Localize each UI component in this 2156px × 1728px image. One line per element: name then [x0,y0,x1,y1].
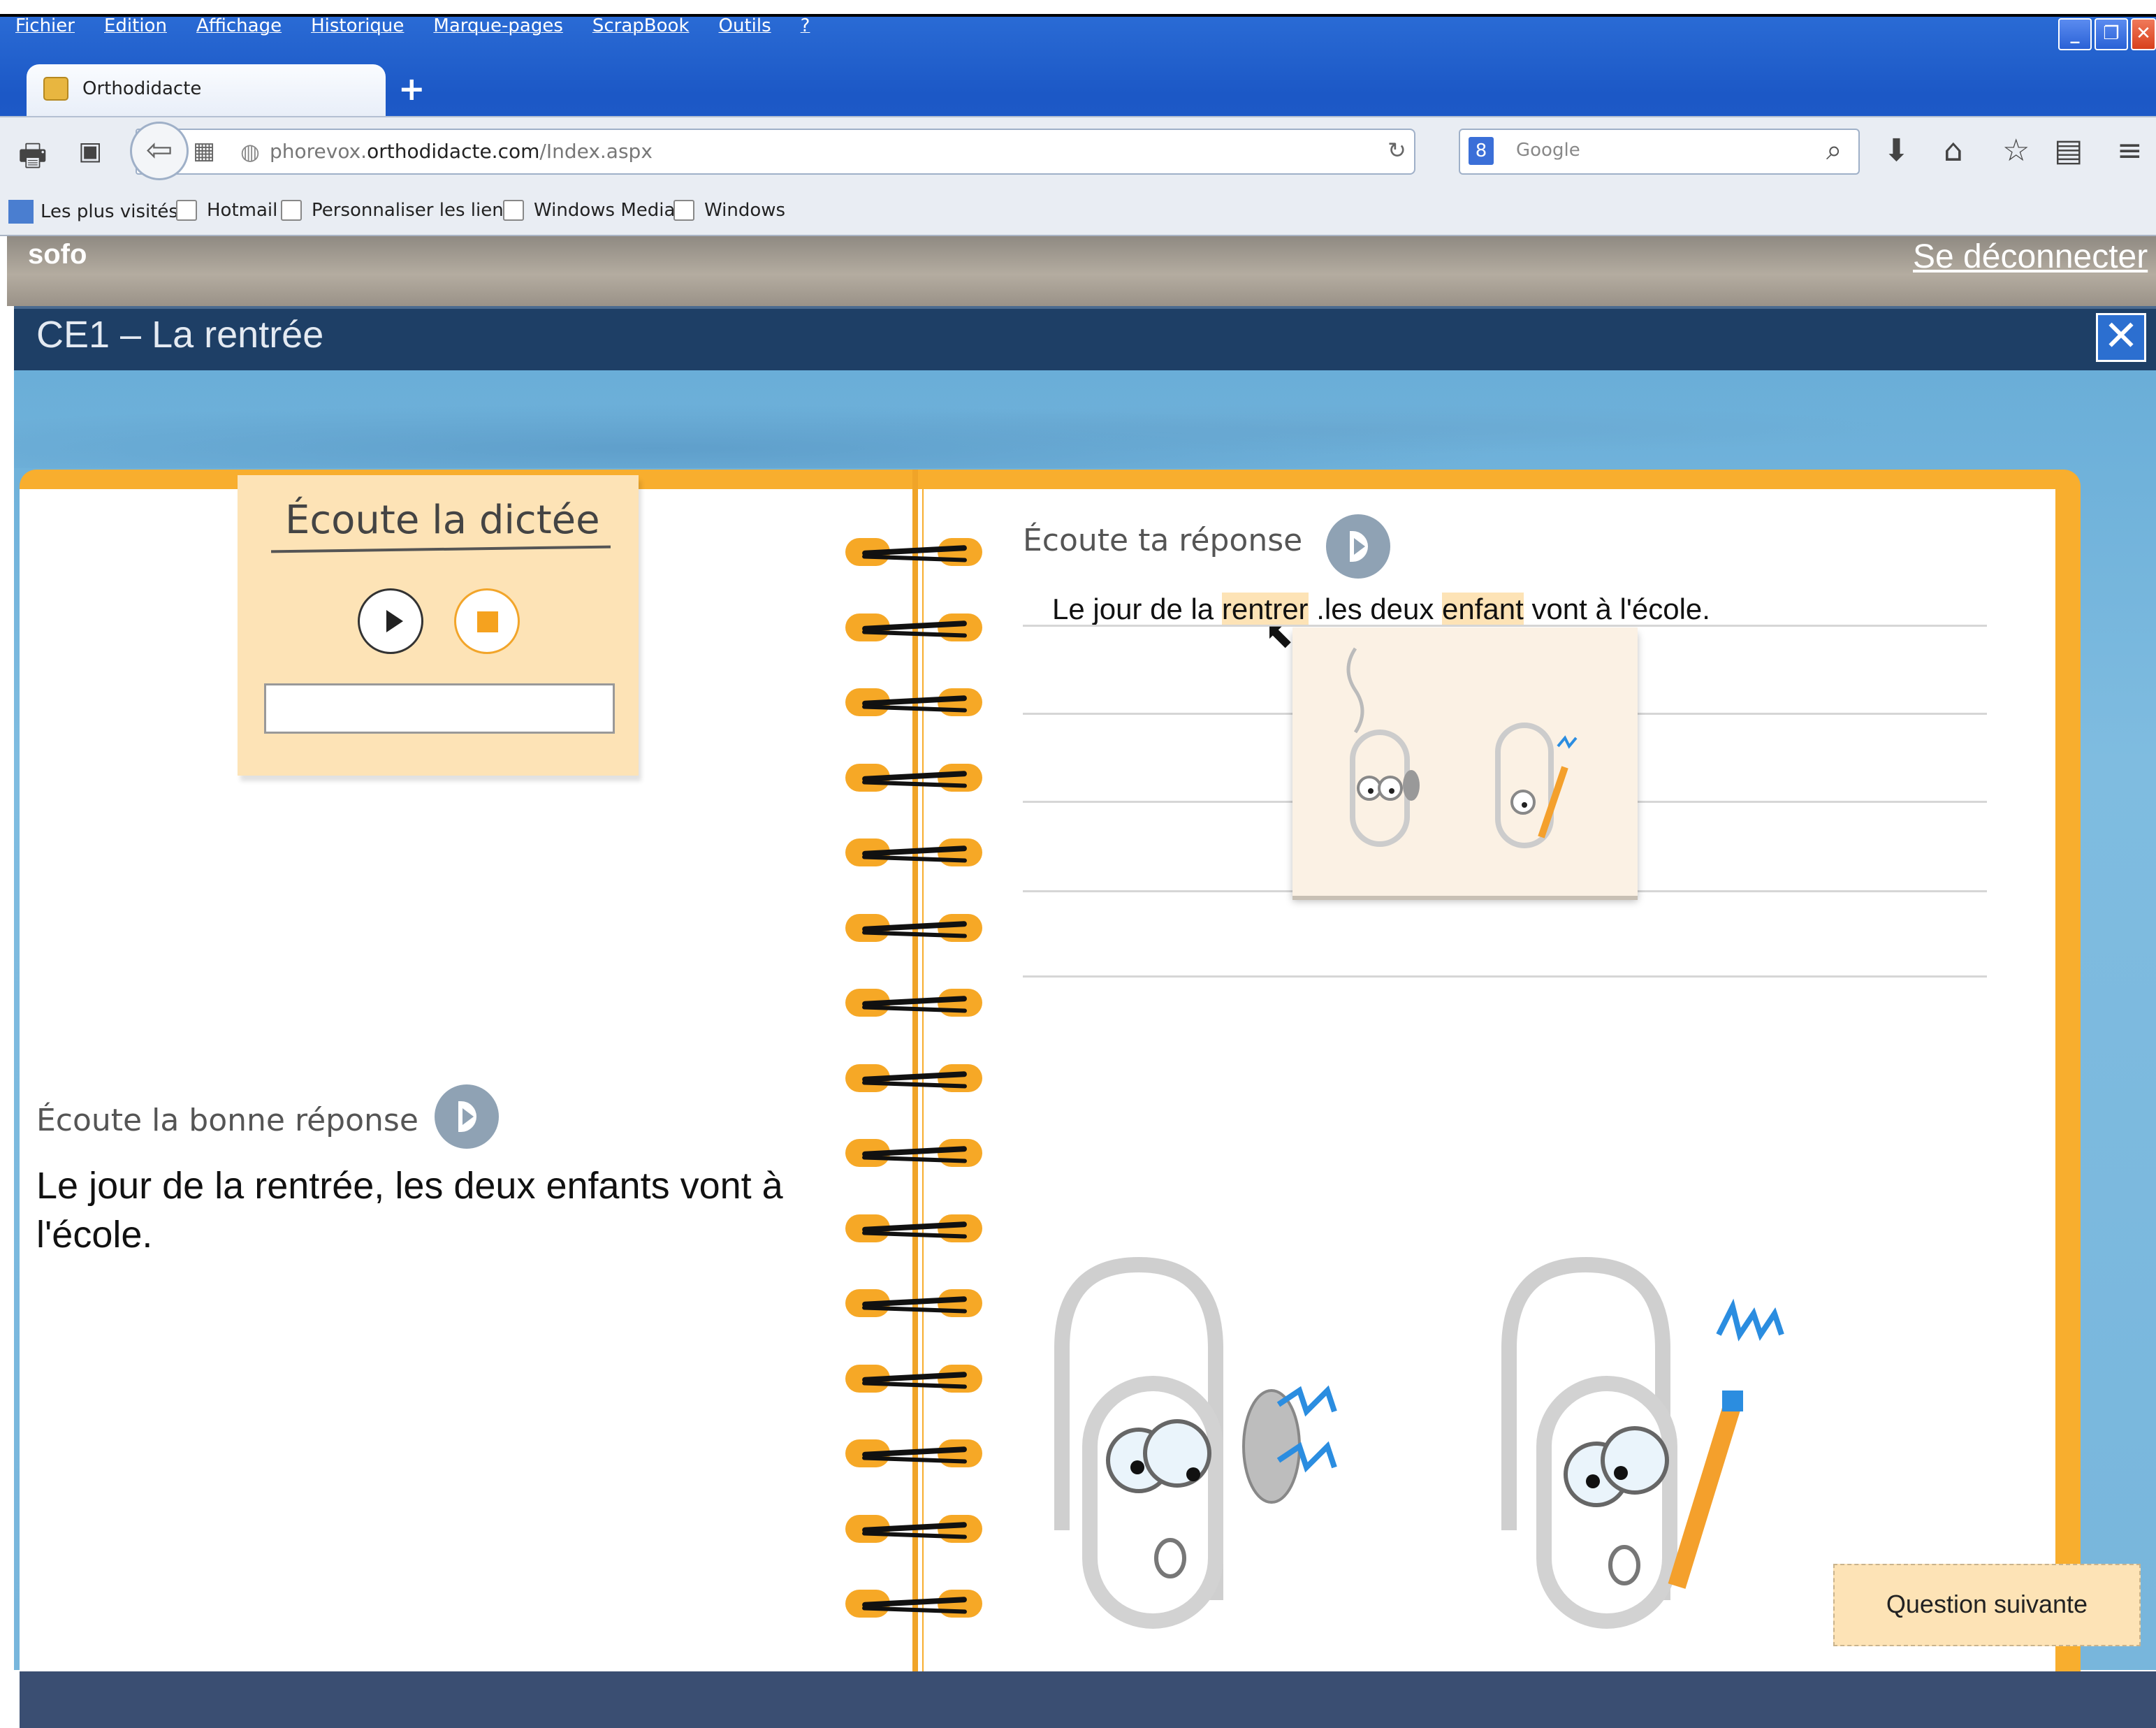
tab-favicon-icon [43,77,68,101]
bookmark-windows-media[interactable]: Windows Media [503,200,675,221]
bookmark-folder-icon [8,200,34,224]
menu-affichage[interactable]: Affichage [196,15,282,43]
correct-answer-label: Écoute la bonne réponse [36,1103,418,1138]
site-header [7,236,2156,306]
mouse-cursor-icon: ⬉ [1265,615,1294,655]
reading-list-icon[interactable]: ▤ [2054,133,2083,168]
bookmark-page-icon [673,200,694,221]
student-answer: Le jour de la rentrer .les deux enfant v… [1052,593,1710,625]
play-answer-button[interactable] [1326,514,1390,579]
url-text[interactable]: phorevox.orthodidacte.com/Index.aspx [270,140,653,163]
ruled-line [1023,625,1987,627]
play-dictee-button[interactable] [358,588,423,654]
listen-mascot-icon [1054,1256,1337,1629]
tab-orthodidacte[interactable]: Orthodidacte [27,64,386,117]
write-mascot-icon [1501,1256,1784,1629]
menu-help[interactable]: ? [801,15,810,43]
bookmark-page-icon [176,200,197,221]
footer-bar [20,1671,2156,1728]
window-close-icon[interactable]: ✕ [2131,18,2156,50]
bookmark-personnaliser[interactable]: Personnaliser les liens [281,200,513,221]
menu-marque-pages[interactable]: Marque-pages [433,15,562,43]
download-icon[interactable]: ⬇ [1884,133,1909,168]
bookmark-star-icon[interactable]: ☆ [2002,133,2030,168]
spiral-ring [845,1063,982,1094]
print-icon[interactable]: 🖶 [18,133,48,185]
bookmark-page-icon [281,200,302,221]
menu-bar: Fichier Edition Affichage Historique Mar… [15,15,839,43]
globe-icon: ◍ [240,138,260,165]
spiral-ring [845,987,982,1018]
minimize-icon[interactable]: _ [2058,18,2092,50]
bookmark-les-plus-visites[interactable]: Les plus visités [8,200,178,224]
play-correct-answer-button[interactable] [435,1084,499,1149]
maximize-icon[interactable]: ❐ [2095,18,2128,50]
lesson-titlebar [14,306,2156,370]
bookmark-hotmail[interactable]: Hotmail [176,200,277,221]
bookmark-windows[interactable]: Windows [673,200,785,221]
dictee-title: Écoute la dictée [285,498,600,543]
stop-button[interactable] [454,588,520,654]
search-icon[interactable]: ⌕ [1826,134,1842,166]
search-engine-icon[interactable]: 8 [1469,137,1494,165]
tab-title: Orthodidacte [82,78,202,99]
spiral-ring [845,762,982,793]
spiral-ring [845,913,982,943]
spiral-ring [845,1513,982,1544]
menu-fichier[interactable]: Fichier [15,15,75,43]
home-icon[interactable]: ⌂ [1944,133,1963,168]
spiral-ring [845,612,982,643]
background-decoration [14,370,2156,468]
spiral-ring [845,687,982,718]
menu-scrapbook[interactable]: ScrapBook [592,15,690,43]
lesson-title: CE1 – La rentrée [36,314,324,356]
dictee-input[interactable] [264,683,615,734]
search-placeholder: Google [1516,140,1580,161]
spiral-ring [845,537,982,567]
spiral-ring [845,837,982,868]
correct-answer-text: Le jour de la rentrée, les deux enfants … [36,1165,783,1256]
close-lesson-button[interactable]: ✕ [2096,313,2146,362]
logout-link[interactable]: Se déconnecter [1913,238,2148,276]
spiral-ring [845,1288,982,1319]
spiral-ring [845,1363,982,1394]
screenshot-icon[interactable]: ▣ [78,137,102,166]
next-question-button[interactable]: Question suivante [1833,1564,2141,1646]
spiral-ring [845,1588,982,1619]
bookmark-page-icon [503,200,524,221]
error-highlight[interactable]: enfant [1442,593,1524,625]
tooltip-popup [1292,627,1638,896]
ruled-line [1023,975,1987,978]
mascots-icon [1346,647,1578,848]
listen-answer-label: Écoute ta réponse [1023,523,1303,558]
menu-historique[interactable]: Historique [311,15,404,43]
hamburger-menu-icon[interactable]: ≡ [2117,133,2143,168]
history-icon[interactable]: ▦ [193,137,215,165]
new-tab-button[interactable]: + [398,70,425,108]
menu-edition[interactable]: Edition [104,15,167,43]
reload-icon[interactable]: ↻ [1387,137,1406,164]
menu-outils[interactable]: Outils [719,15,771,43]
brand-logo: sofo [28,239,87,270]
window-edge [0,0,2156,17]
back-button[interactable]: ⇦ [130,122,189,180]
spiral-ring [845,1438,982,1469]
